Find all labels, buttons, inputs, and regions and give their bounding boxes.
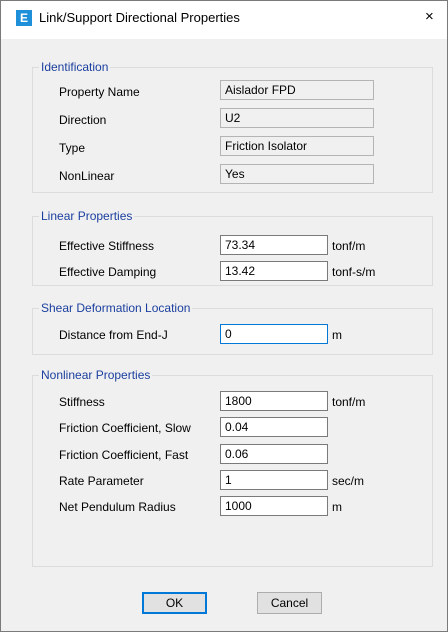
pendulum-radius-label: Net Pendulum Radius bbox=[59, 500, 176, 514]
distance-end-j-input[interactable]: 0 bbox=[220, 324, 328, 344]
effective-stiffness-label: Effective Stiffness bbox=[59, 239, 154, 253]
direction-label: Direction bbox=[59, 113, 107, 127]
friction-fast-label: Friction Coefficient, Fast bbox=[59, 448, 189, 462]
stiffness-input[interactable]: 1800 bbox=[220, 391, 328, 411]
type-label: Type bbox=[59, 141, 86, 155]
distance-end-j-unit: m bbox=[332, 328, 342, 342]
rate-parameter-input[interactable]: 1 bbox=[220, 470, 328, 490]
friction-slow-label: Friction Coefficient, Slow bbox=[59, 421, 191, 435]
linear-properties-group: Linear Properties Effective Stiffness 73… bbox=[32, 209, 433, 286]
rate-parameter-label: Rate Parameter bbox=[59, 474, 144, 488]
nonlinear-field: Yes bbox=[220, 164, 374, 184]
effective-damping-label: Effective Damping bbox=[59, 265, 157, 279]
title-bar[interactable]: E Link/Support Directional Properties × bbox=[1, 1, 447, 39]
friction-slow-input[interactable]: 0.04 bbox=[220, 417, 328, 437]
stiffness-unit: tonf/m bbox=[332, 395, 366, 409]
app-logo-icon: E bbox=[16, 10, 32, 26]
dialog-window: E Link/Support Directional Properties × … bbox=[0, 0, 448, 632]
property-name-field: Aislador FPD bbox=[220, 80, 374, 100]
pendulum-radius-input[interactable]: 1000 bbox=[220, 496, 328, 516]
dialog-title: Link/Support Directional Properties bbox=[39, 10, 240, 25]
stiffness-label: Stiffness bbox=[59, 395, 105, 409]
shear-deformation-heading: Shear Deformation Location bbox=[39, 301, 193, 315]
rate-parameter-unit: sec/m bbox=[332, 474, 365, 488]
ok-button[interactable]: OK bbox=[142, 592, 207, 614]
effective-stiffness-input[interactable]: 73.34 bbox=[220, 235, 328, 255]
shear-deformation-group: Shear Deformation Location Distance from… bbox=[32, 301, 433, 355]
nonlinear-properties-heading: Nonlinear Properties bbox=[39, 368, 153, 382]
distance-end-j-label: Distance from End-J bbox=[59, 328, 168, 342]
nonlinear-label: NonLinear bbox=[59, 169, 115, 183]
effective-damping-unit: tonf-s/m bbox=[332, 265, 376, 279]
identification-heading: Identification bbox=[39, 60, 111, 74]
effective-damping-input[interactable]: 13.42 bbox=[220, 261, 328, 281]
property-name-label: Property Name bbox=[59, 85, 140, 99]
effective-stiffness-unit: tonf/m bbox=[332, 239, 366, 253]
friction-fast-input[interactable]: 0.06 bbox=[220, 444, 328, 464]
direction-field: U2 bbox=[220, 108, 374, 128]
nonlinear-properties-group: Nonlinear Properties Stiffness 1800 tonf… bbox=[32, 368, 433, 567]
linear-properties-heading: Linear Properties bbox=[39, 209, 135, 223]
close-icon[interactable]: × bbox=[425, 5, 447, 29]
type-field: Friction Isolator bbox=[220, 136, 374, 156]
cancel-button[interactable]: Cancel bbox=[257, 592, 322, 614]
identification-group: Identification Property Name Aislador FP… bbox=[32, 60, 433, 193]
pendulum-radius-unit: m bbox=[332, 500, 342, 514]
